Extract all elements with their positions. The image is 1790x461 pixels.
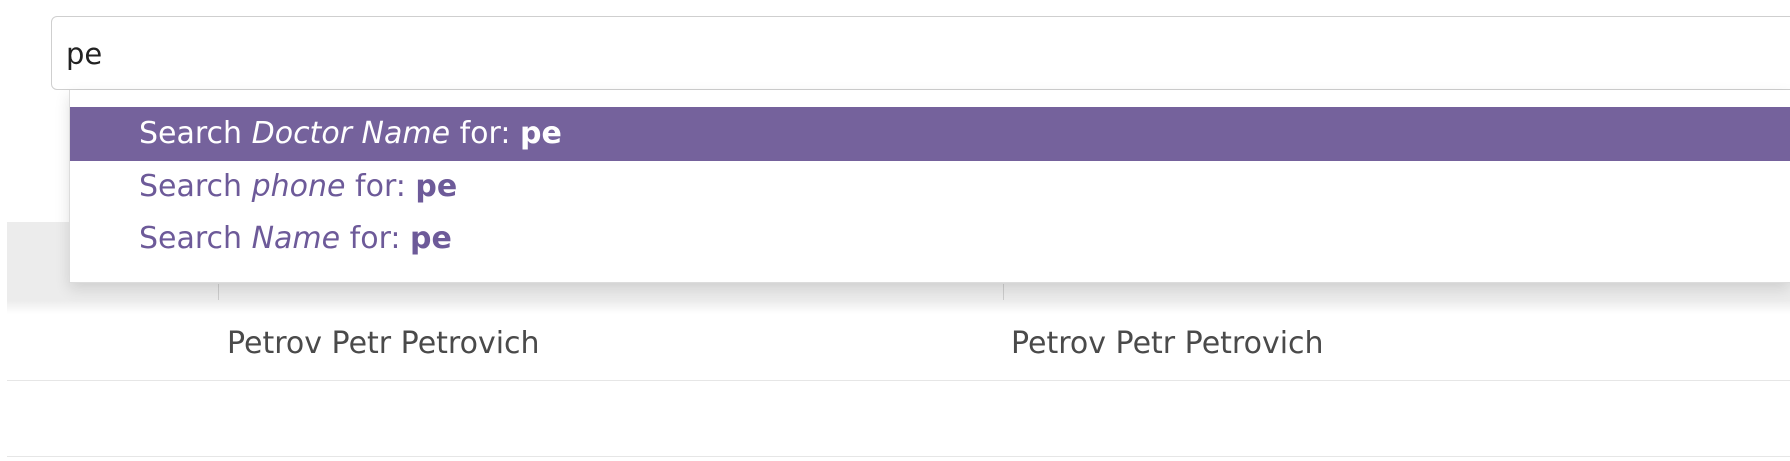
table-cell-doctor-name: Petrov Petr Petrovich	[1011, 326, 1324, 361]
autocomplete-item-phone[interactable]: Search phone for: pe	[70, 160, 1790, 214]
autocomplete-item-middle: for:	[450, 116, 520, 151]
column-divider[interactable]	[218, 284, 219, 300]
autocomplete-item-name[interactable]: Search Name for: pe	[70, 212, 1790, 266]
search-input[interactable]	[66, 17, 1766, 91]
search-box	[51, 16, 1790, 91]
table-row[interactable]	[7, 381, 1790, 457]
autocomplete-item-query: pe	[519, 116, 562, 151]
search-autocomplete-dropdown: Search Doctor Name for: pe Search phone …	[69, 90, 1790, 283]
table-cell-name: Petrov Petr Petrovich	[227, 326, 540, 361]
column-divider[interactable]	[1003, 284, 1004, 300]
table-row[interactable]: Petrov Petr Petrovich Petrov Petr Petrov…	[7, 302, 1790, 381]
autocomplete-item-middle: for:	[345, 169, 416, 204]
autocomplete-item-query: pe	[415, 169, 458, 204]
autocomplete-item-prefix: Search	[139, 221, 252, 256]
page: Petrov Petr Petrovich Petrov Petr Petrov…	[0, 0, 1790, 461]
autocomplete-item-field: phone	[251, 169, 346, 204]
autocomplete-item-field: Name	[251, 221, 341, 256]
autocomplete-item-field: Doctor Name	[251, 116, 451, 151]
autocomplete-item-prefix: Search	[139, 116, 252, 151]
autocomplete-item-doctor-name[interactable]: Search Doctor Name for: pe	[70, 107, 1790, 161]
autocomplete-item-prefix: Search	[139, 169, 252, 204]
autocomplete-item-middle: for:	[340, 221, 411, 256]
autocomplete-item-query: pe	[410, 221, 452, 256]
